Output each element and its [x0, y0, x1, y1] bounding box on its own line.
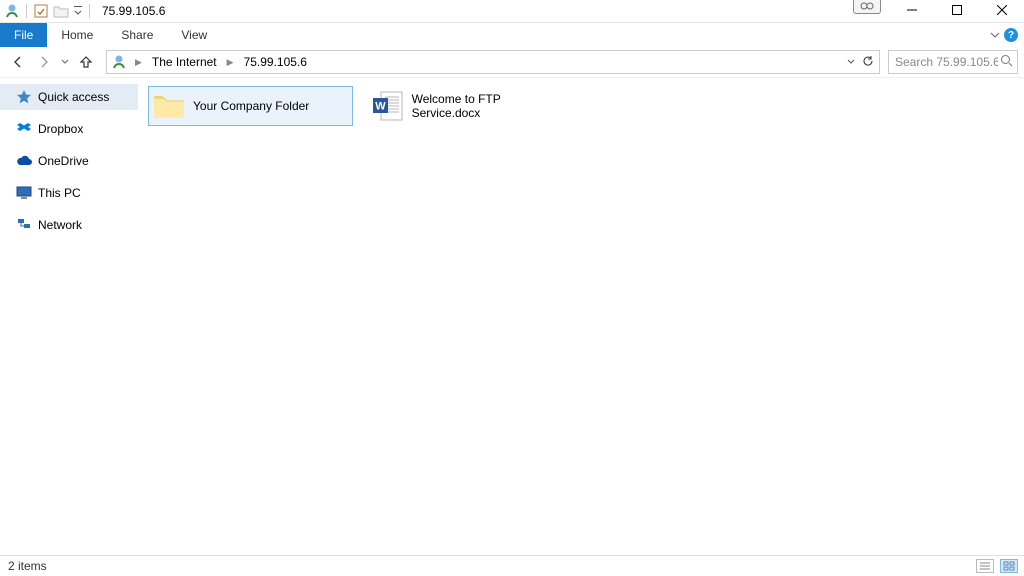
sidebar-item-label: OneDrive — [38, 154, 89, 168]
quick-access-toolbar: 75.99.105.6 — [0, 3, 165, 19]
details-view-button[interactable] — [976, 559, 994, 573]
ribbon-tabs: File Home Share View ? — [0, 23, 1024, 47]
window-controls — [853, 0, 1024, 20]
item-folder[interactable]: Your Company Folder — [148, 86, 353, 126]
item-docx[interactable]: W Welcome to FTP Service.docx — [367, 86, 572, 126]
large-icons-view-button[interactable] — [1000, 559, 1018, 573]
monitor-icon — [16, 185, 32, 201]
navigation-pane: Quick access Dropbox OneDrive This PC Ne… — [0, 78, 138, 555]
content-area[interactable]: Your Company Folder W Welcome to FTP Ser… — [138, 78, 1024, 555]
up-button[interactable] — [74, 50, 98, 74]
address-bar[interactable]: ▶ The Internet ▶ 75.99.105.6 — [106, 50, 880, 74]
ribbon-expand-icon[interactable] — [990, 28, 1000, 42]
separator — [26, 4, 27, 18]
sidebar-item-label: This PC — [38, 186, 81, 200]
item-label: Your Company Folder — [189, 99, 309, 113]
file-tab[interactable]: File — [0, 23, 47, 47]
sidebar-item-network[interactable]: Network — [0, 212, 138, 238]
star-icon — [16, 89, 32, 105]
tab-home[interactable]: Home — [47, 23, 107, 47]
folder-icon — [149, 86, 189, 126]
properties-icon[interactable] — [33, 3, 49, 19]
forward-button[interactable] — [32, 50, 56, 74]
explorer-body: Quick access Dropbox OneDrive This PC Ne… — [0, 77, 1024, 555]
search-box[interactable] — [888, 50, 1018, 74]
back-button[interactable] — [6, 50, 30, 74]
minimize-button[interactable] — [889, 0, 934, 20]
word-doc-icon: W — [368, 86, 408, 126]
separator — [89, 4, 90, 18]
tab-share[interactable]: Share — [107, 23, 167, 47]
app-icon — [4, 3, 20, 19]
item-label: Welcome to FTP Service.docx — [408, 92, 571, 120]
address-dropdown-icon[interactable] — [847, 55, 855, 69]
onedrive-icon — [16, 153, 32, 169]
recent-locations-dropdown[interactable] — [58, 50, 72, 74]
chevron-right-icon[interactable]: ▶ — [131, 57, 146, 68]
breadcrumb-current[interactable]: 75.99.105.6 — [242, 53, 309, 71]
close-button[interactable] — [979, 0, 1024, 20]
status-item-count: 2 items — [8, 559, 47, 573]
dropbox-icon — [16, 121, 32, 137]
sidebar-item-dropbox[interactable]: Dropbox — [0, 116, 138, 142]
search-input[interactable] — [893, 54, 1000, 70]
sidebar-item-quick-access[interactable]: Quick access — [0, 84, 138, 110]
chevron-right-icon[interactable]: ▶ — [223, 57, 238, 68]
location-icon — [111, 54, 127, 70]
svg-text:W: W — [375, 101, 386, 113]
status-bar: 2 items — [0, 555, 1024, 576]
window-title: 75.99.105.6 — [102, 4, 165, 18]
sidebar-item-label: Quick access — [38, 90, 109, 104]
titlebar: 75.99.105.6 — [0, 0, 1024, 23]
sidebar-item-onedrive[interactable]: OneDrive — [0, 148, 138, 174]
breadcrumb-root[interactable]: The Internet — [150, 53, 219, 71]
network-icon — [16, 217, 32, 233]
qat-dropdown-icon[interactable] — [73, 3, 83, 19]
refresh-button[interactable] — [861, 54, 875, 71]
tab-view[interactable]: View — [167, 23, 221, 47]
sidebar-item-label: Network — [38, 218, 82, 232]
new-folder-icon[interactable] — [53, 3, 69, 19]
sidebar-item-this-pc[interactable]: This PC — [0, 180, 138, 206]
help-icon[interactable]: ? — [1004, 28, 1018, 42]
navigation-row: ▶ The Internet ▶ 75.99.105.6 — [0, 47, 1024, 77]
sidebar-item-label: Dropbox — [38, 122, 83, 136]
maximize-button[interactable] — [934, 0, 979, 20]
search-icon[interactable] — [1000, 54, 1013, 70]
sync-icon[interactable] — [853, 0, 881, 14]
